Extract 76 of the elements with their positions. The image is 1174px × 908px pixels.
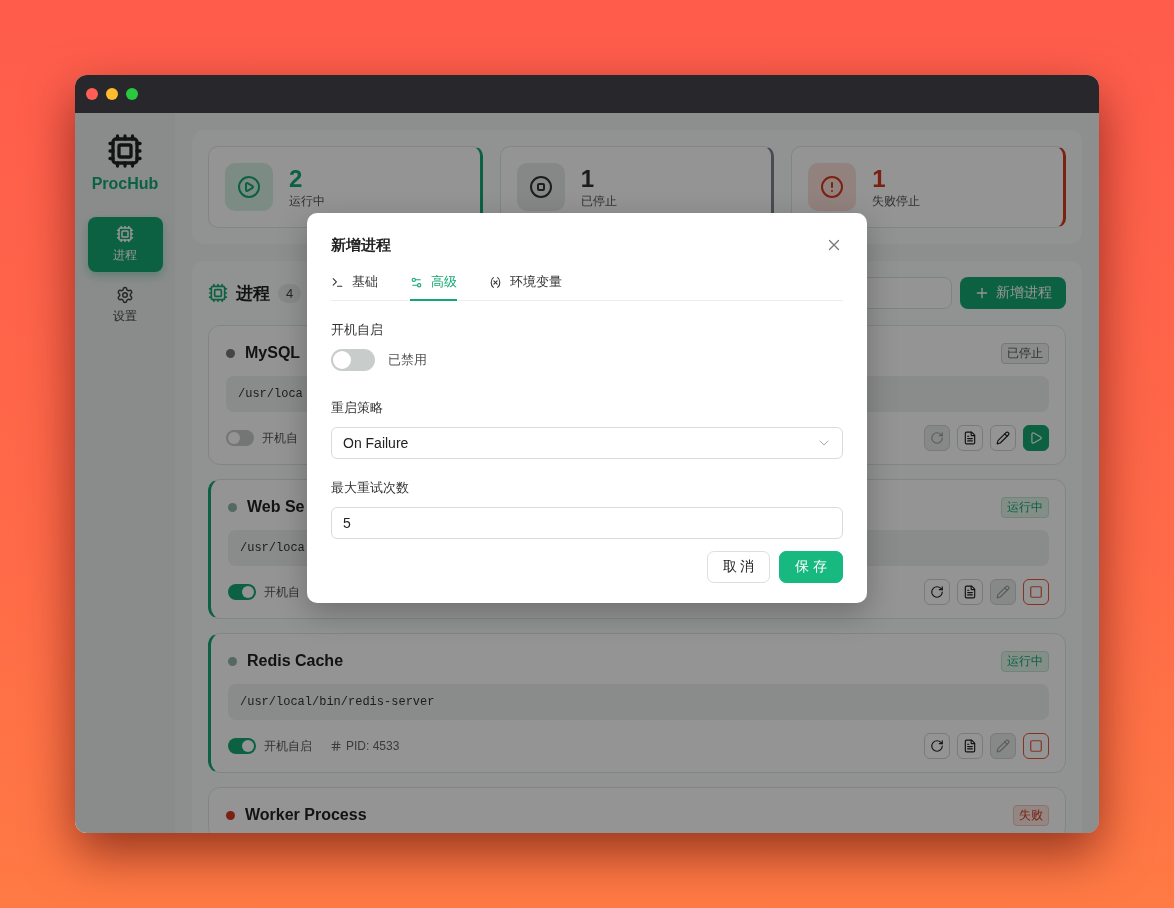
autostart-label: 开机自 [262,429,298,447]
close-window-button[interactable] [86,88,98,100]
pencil-icon [996,739,1010,753]
edit-button[interactable] [990,425,1016,451]
status-badge: 运行中 [1001,650,1049,672]
chip-icon [116,225,134,243]
field-label: 最大重试次数 [331,479,410,497]
toggle-switch[interactable] [331,349,375,371]
square-icon [1029,739,1043,753]
logs-button[interactable] [957,579,983,605]
section-title: 进程 [236,282,270,305]
document-icon [963,739,977,753]
logs-button[interactable] [957,425,983,451]
tab[interactable]: 环境变量 [489,267,562,301]
count-badge: 4 [278,283,302,303]
square-icon [1029,585,1043,599]
stat-label: 失败停止 [872,192,921,210]
settings-icon [116,285,134,304]
toggle-switch[interactable] [228,738,256,754]
cancel-button[interactable]: 取 消 [707,551,770,583]
process-name: Web Se [247,498,305,516]
stat-label: 已停止 [580,192,617,210]
alert-circle-icon [820,175,845,199]
stat-value: 1 [872,164,887,193]
document-icon [963,585,977,599]
stat-value: 1 [580,164,595,193]
chip-icon [208,283,228,303]
status-badge: 运行中 [1001,496,1049,518]
logs-button[interactable] [957,733,983,759]
autostart-label: 开机自启 [264,737,312,755]
restart-button[interactable] [924,733,950,759]
pid-label: PID: 4533 [330,739,400,753]
status-dot [228,502,237,512]
stop-button[interactable] [1023,733,1049,759]
refresh-icon [930,585,944,599]
process-name: Redis Cache [247,652,344,670]
zoom-window-button[interactable] [126,88,138,100]
select-field[interactable]: On Failure [331,427,843,459]
pencil-icon [996,585,1010,599]
hash-icon [330,740,342,752]
status-badge: 失败 [1013,804,1049,826]
input-field[interactable]: 5 [331,507,843,539]
stat-label: 运行中 [289,192,325,210]
plus-icon [974,285,990,301]
app-logo: ProcHub [91,175,159,193]
restart-button[interactable] [924,579,950,605]
command-path: /usr/local/bin/redis-server [228,684,1049,720]
process-name: MySQL [245,344,301,362]
pencil-icon [996,431,1010,445]
play-icon [1029,431,1043,445]
autostart-label: 开机自 [264,583,300,601]
toggle-switch[interactable] [228,584,256,600]
start-button[interactable] [1023,425,1049,451]
status-dot [226,348,235,358]
process-name: Worker Process [245,806,367,824]
dialog-title: 新增进程 [331,235,391,255]
refresh-icon [930,431,944,445]
terminal-icon [331,275,344,289]
toggle-switch[interactable] [226,430,254,446]
toggle-state-label: 已禁用 [388,351,427,369]
stop-circle-icon [528,175,553,199]
document-icon [963,431,977,445]
stat-value: 2 [289,164,304,193]
stop-button[interactable] [1023,579,1049,605]
status-dot [228,656,237,666]
status-dot [226,810,235,820]
field-label: 开机自启 [331,321,384,339]
sidebar-item[interactable]: 设置 [87,280,163,330]
sliders-icon [410,275,423,289]
play-circle-icon [237,175,261,199]
chip-logo-icon [107,133,143,169]
variable-icon [489,275,502,289]
tab[interactable]: 基础 [331,267,378,301]
minimize-window-button[interactable] [106,88,118,100]
status-badge: 已停止 [1001,342,1049,364]
refresh-icon [930,739,944,753]
